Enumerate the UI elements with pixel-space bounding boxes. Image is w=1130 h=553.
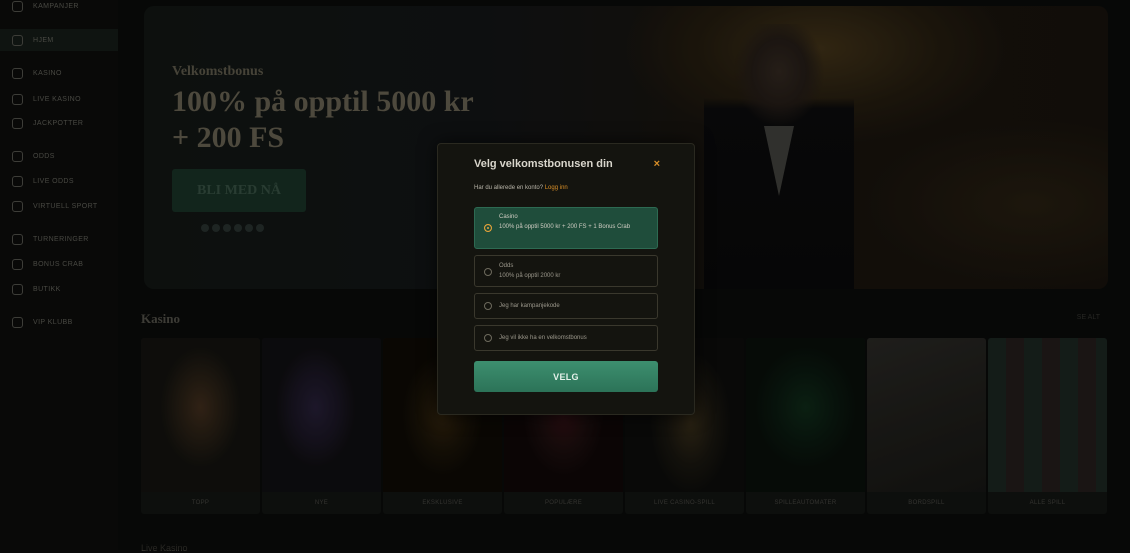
- bonus-option-casino[interactable]: Casino 100% på opptil 5000 kr + 200 FS +…: [474, 207, 658, 249]
- login-prompt-text: Har du allerede en konto?: [474, 185, 544, 191]
- radio-selected-icon[interactable]: [484, 224, 492, 232]
- bonus-option-odds[interactable]: Odds 100% på opptil 2000 kr: [474, 255, 658, 287]
- bonus-option-description: 100% på opptil 5000 kr + 200 FS + 1 Bonu…: [499, 224, 631, 230]
- bonus-option-text: Casino 100% på opptil 5000 kr + 200 FS +…: [499, 212, 654, 232]
- radio-icon[interactable]: [484, 334, 492, 342]
- bonus-option-promo-code[interactable]: Jeg har kampanjekode: [474, 293, 658, 319]
- modal-title: Velg velkomstbonusen din: [474, 158, 613, 170]
- bonus-option-text: Odds 100% på opptil 2000 kr: [499, 261, 654, 281]
- bonus-option-category: Odds: [499, 263, 514, 269]
- bonus-option-category: Casino: [499, 214, 518, 220]
- bonus-option-description: Jeg har kampanjekode: [499, 303, 560, 309]
- bonus-option-no-bonus[interactable]: Jeg vil ikke ha en velkomstbonus: [474, 325, 658, 351]
- radio-icon[interactable]: [484, 302, 492, 310]
- close-icon[interactable]: ×: [654, 158, 660, 170]
- bonus-option-description: 100% på opptil 2000 kr: [499, 273, 561, 279]
- login-link[interactable]: Logg inn: [545, 185, 568, 191]
- radio-icon[interactable]: [484, 268, 492, 276]
- login-prompt: Har du allerede en konto? Logg inn: [474, 185, 568, 191]
- bonus-option-description: Jeg vil ikke ha en velkomstbonus: [499, 335, 587, 341]
- select-button[interactable]: VELG: [474, 361, 658, 392]
- welcome-bonus-modal: Velg velkomstbonusen din × Har du allere…: [437, 143, 695, 415]
